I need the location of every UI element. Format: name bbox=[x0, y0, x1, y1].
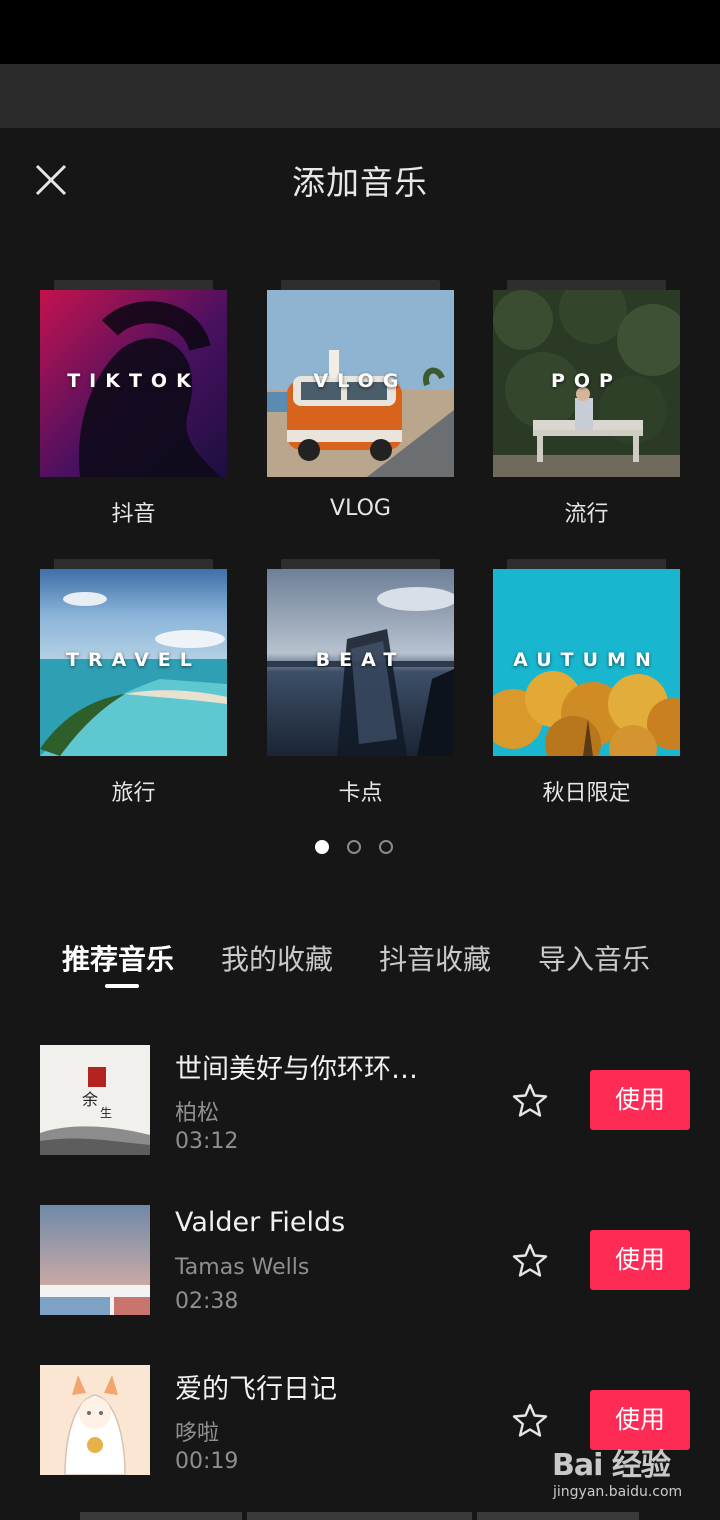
baidu-watermark: Bai 经验 jingyan.baidu.com bbox=[550, 1440, 710, 1510]
song-artist: Tamas Wells bbox=[175, 1255, 310, 1280]
song-item[interactable]: Valder Fields Tamas Wells 02:38 使用 bbox=[0, 1205, 720, 1317]
music-tabs: 推荐音乐 我的收藏 抖音收藏 导入音乐 bbox=[0, 938, 720, 998]
active-tab-indicator bbox=[105, 984, 139, 988]
tab-favorites[interactable]: 我的收藏 bbox=[221, 938, 333, 978]
use-button[interactable]: 使用 bbox=[590, 1230, 690, 1290]
category-pop[interactable]: POP 流行 bbox=[493, 280, 680, 530]
song-title: 爱的飞行日记 bbox=[175, 1374, 337, 1405]
song-item[interactable]: 余 生 世间美好与你环环… 柏松 03:12 使用 bbox=[0, 1045, 720, 1157]
cover-stack-edge bbox=[54, 280, 213, 290]
page-dot[interactable] bbox=[379, 840, 393, 854]
page-indicator bbox=[0, 840, 720, 856]
next-item-edge bbox=[247, 1512, 472, 1520]
category-travel[interactable]: TRAVEL 旅行 bbox=[40, 559, 227, 809]
page-dot-active[interactable] bbox=[315, 840, 329, 854]
use-button[interactable]: 使用 bbox=[590, 1070, 690, 1130]
album-art bbox=[40, 1205, 150, 1315]
star-icon bbox=[512, 1403, 548, 1437]
cover-stack-edge bbox=[281, 559, 440, 569]
tab-import-music[interactable]: 导入音乐 bbox=[538, 938, 650, 978]
tab-douyin-favorites[interactable]: 抖音收藏 bbox=[379, 938, 491, 978]
watermark-url: jingyan.baidu.com bbox=[553, 1484, 683, 1500]
song-title: 世间美好与你环环… bbox=[175, 1054, 418, 1085]
category-vlog[interactable]: VLOG VLOG bbox=[267, 280, 454, 530]
page-dot[interactable] bbox=[347, 840, 361, 854]
album-art bbox=[40, 1365, 150, 1475]
next-item-edge bbox=[477, 1512, 639, 1520]
cover-word: AUTUMN bbox=[513, 649, 660, 671]
category-beat[interactable]: BEAT 卡点 bbox=[267, 559, 454, 809]
favorite-button[interactable] bbox=[510, 1241, 550, 1281]
song-duration: 02:38 bbox=[175, 1289, 239, 1314]
song-artist: 哆啦 bbox=[175, 1421, 220, 1446]
song-duration: 03:12 bbox=[175, 1129, 239, 1154]
cover-word: TRAVEL bbox=[66, 649, 201, 671]
cover-word: POP bbox=[550, 370, 622, 392]
cover-word: VLOG bbox=[313, 370, 408, 392]
song-title: Valder Fields bbox=[175, 1207, 346, 1238]
song-duration: 00:19 bbox=[175, 1449, 239, 1474]
status-bar bbox=[0, 0, 720, 64]
cover-stack-edge bbox=[507, 280, 666, 290]
category-tiktok[interactable]: TIKTOK 抖音 bbox=[40, 280, 227, 530]
star-icon bbox=[512, 1083, 548, 1117]
category-autumn[interactable]: AUTUMN 秋日限定 bbox=[493, 559, 680, 809]
star-icon bbox=[512, 1243, 548, 1277]
favorite-button[interactable] bbox=[510, 1081, 550, 1121]
cover-word: BEAT bbox=[315, 649, 406, 671]
tab-recommended[interactable]: 推荐音乐 bbox=[62, 938, 174, 978]
category-label: 秋日限定 bbox=[542, 781, 631, 806]
cover-stack-edge bbox=[507, 559, 666, 569]
category-label: VLOG bbox=[330, 496, 391, 521]
category-label: 流行 bbox=[564, 502, 609, 527]
cover-stack-edge bbox=[54, 559, 213, 569]
album-art: 余 生 bbox=[40, 1045, 150, 1155]
top-grey-strip bbox=[0, 64, 720, 128]
page-title: 添加音乐 bbox=[292, 163, 428, 202]
category-label: 旅行 bbox=[111, 781, 156, 806]
next-item-edge bbox=[80, 1512, 242, 1520]
watermark-logo-text: Bai 经验 bbox=[552, 1448, 671, 1483]
svg-text:生: 生 bbox=[100, 1106, 112, 1120]
cover-word: TIKTOK bbox=[67, 370, 200, 392]
favorite-button[interactable] bbox=[510, 1401, 550, 1441]
category-label: 抖音 bbox=[111, 502, 156, 527]
svg-text:余: 余 bbox=[82, 1090, 98, 1109]
category-label: 卡点 bbox=[338, 781, 383, 806]
cover-stack-edge bbox=[281, 280, 440, 290]
song-artist: 柏松 bbox=[175, 1101, 220, 1126]
